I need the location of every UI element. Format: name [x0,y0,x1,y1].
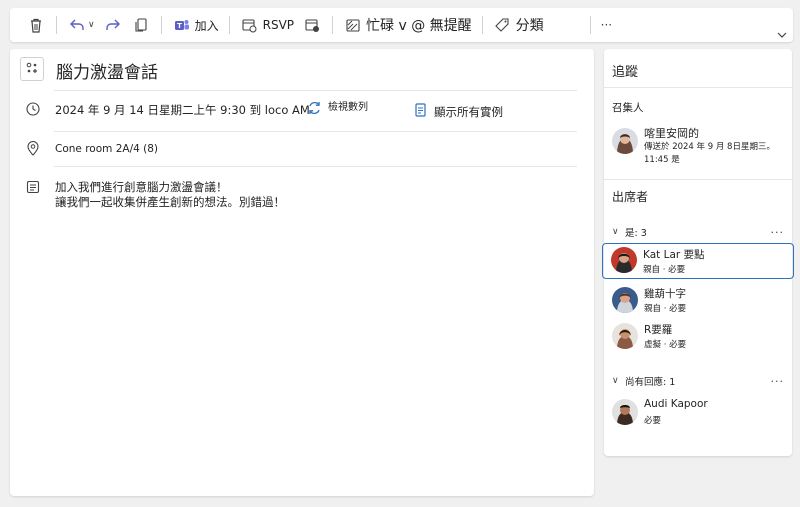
avatar [612,287,638,313]
event-details-pane: 腦力激盪會話 2024 年 9 月 14 日星期二上午 9:30 到 loco … [10,49,594,496]
event-type-button[interactable] [20,57,44,81]
notes-icon [26,179,42,195]
organizer-name: 喀里安岡的 [644,127,699,140]
join-button[interactable]: T 加入 [168,12,223,38]
reply-icon [67,15,87,35]
attendees-heading: 出席者 [612,190,649,204]
attendee-role: 親自 · 必要 [643,265,686,275]
divider [604,179,792,180]
attendee-row[interactable]: R要羅 虛擬 · 必要 [604,319,792,355]
divider [54,166,577,167]
avatar [612,128,638,154]
tag-icon [493,15,513,35]
attendee-row[interactable]: Audi Kapoor 必要 [604,395,792,431]
event-body-line-2: 讓我們一起收集併產生創新的想法。別錯過！ [55,195,285,209]
attendee-name: Audi Kapoor [644,398,708,410]
reply-button[interactable]: ∨ [63,12,99,38]
show-as-label: 忙碌 v @ 無提醒 [366,18,472,34]
divider [54,90,577,91]
toolbar-separator [332,16,334,34]
expand-ribbon-button[interactable] [777,24,787,43]
more-icon[interactable]: ··· [771,375,785,388]
attendee-row[interactable]: 雞葫十字 親自 · 必要 [604,283,792,319]
organizer-label: 召集人 [612,102,644,114]
copy-button[interactable] [127,12,155,38]
view-series-label: 檢視數列 [328,102,368,113]
toolbar-separator [160,16,162,34]
more-icon: ··· [600,18,613,32]
divider [604,87,792,88]
attendee-name: R要羅 [644,324,673,336]
divider [54,131,577,132]
chevron-down-icon[interactable]: ∨ [88,20,95,30]
rsvp-button[interactable]: RSVP [236,12,298,38]
attendee-role: 虛擬 · 必要 [644,340,687,350]
chevron-down-icon: ∨ [612,376,619,386]
teams-icon: T [172,15,192,35]
forward-button[interactable] [99,12,127,38]
delete-button[interactable] [22,12,50,38]
command-toolbar: ∨ T 加入 RSVP 忙碌 v @ 無提醒 分類 ··· [10,8,793,42]
event-body-line-1: 加入我們進行創意腦力激盪會議！ [55,180,228,194]
group-yes-label: 是: 3 [625,228,647,239]
tracking-panel: 追蹤 召集人 喀里安岡的 傳送於 2024 年 9 月 8日星期三。 11:45… [602,49,794,456]
recurrence-icon [307,100,322,119]
trash-icon [26,15,46,35]
event-title: 腦力激盪會話 [56,63,158,83]
chevron-down-icon: ∨ [612,227,619,237]
clock-icon [26,101,42,117]
more-options-button[interactable]: ··· [597,12,616,38]
avatar [611,247,637,273]
toolbar-separator [228,16,230,34]
calendar-reply-icon [240,15,260,35]
svg-text:T: T [177,22,182,30]
categorize-label: 分類 [515,18,544,34]
attendee-row[interactable]: Kat Lar 要點 親自 · 必要 [602,243,794,279]
join-label: 加入 [194,18,219,33]
location-icon [26,141,42,157]
avatar [612,399,638,425]
avatar [612,323,638,349]
organizer-sent-info: 傳送於 2024 年 9 月 8日星期三。 11:45 是 [644,141,789,167]
event-location: Cone room 2A/4 (8) [55,143,159,155]
group-noreply-label: 尚有回應: 1 [625,377,676,388]
toolbar-separator [481,16,483,34]
tracking-heading: 追蹤 [612,65,639,80]
copy-icon [131,15,151,35]
forward-icon [103,15,123,35]
view-series-link[interactable]: 檢視數列 [307,100,368,119]
event-type-icon [25,60,39,79]
organizer-sent-time: 11:45 是 [644,155,680,165]
attendee-role: 必要 [644,416,662,426]
organizer-card[interactable]: 喀里安岡的 傳送於 2024 年 9 月 8日星期三。 11:45 是 [604,125,792,167]
show-all-instances-label: 顯示所有實例 [434,104,503,119]
document-icon [415,102,426,121]
organizer-sent-date: 傳送於 2024 年 9 月 8日星期三。 [644,142,775,152]
calendar-options-button[interactable] [298,12,326,38]
categorize-button[interactable]: 分類 [489,12,548,38]
show-as-button[interactable]: 忙碌 v @ 無提醒 [339,12,476,38]
busy-status-icon [343,15,363,35]
group-yes-header[interactable]: ∨ 是: 3 ··· [612,225,785,240]
attendee-name: 雞葫十字 [644,288,686,300]
more-icon[interactable]: ··· [771,226,785,239]
group-noreply-header[interactable]: ∨ 尚有回應: 1 ··· [612,374,785,389]
attendee-name: Kat Lar 要點 [643,249,705,261]
show-all-instances-link[interactable]: 顯示所有實例 [415,102,503,121]
toolbar-separator [589,16,591,34]
attendee-role: 親自 · 必要 [644,304,687,314]
toolbar-separator [56,16,57,34]
rsvp-label: RSVP [262,18,295,32]
calendar-clock-icon [302,15,322,35]
event-datetime: 2024 年 9 月 14 日星期二上午 9:30 到 loco AM [55,103,310,117]
chevron-down-icon [777,24,787,43]
